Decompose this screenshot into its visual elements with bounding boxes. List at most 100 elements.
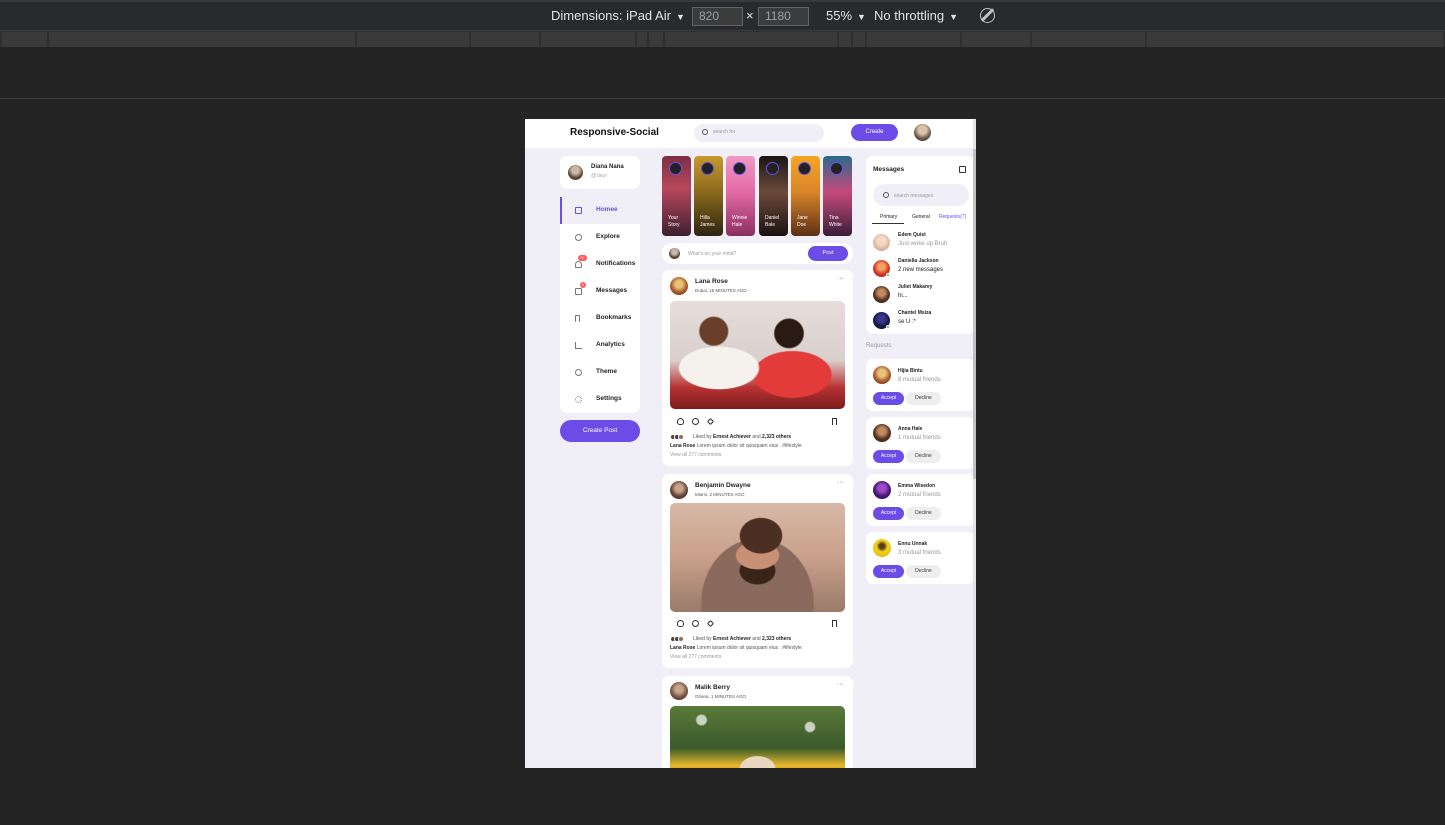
avatar[interactable]: [873, 539, 891, 557]
create-post-button[interactable]: Create Post: [560, 420, 640, 442]
search-input[interactable]: search for: [694, 124, 824, 142]
media-query-segment[interactable]: [649, 32, 663, 47]
decline-button[interactable]: Decline: [906, 565, 941, 578]
media-query-segment[interactable]: [1147, 32, 1443, 47]
mutual-friends: 8 mutual friends: [898, 377, 941, 383]
message-item[interactable]: Juliet Makarey hi...: [873, 283, 971, 305]
feed-card: Lana Rose Dubai, 15 MINUTES AGO ··· Like…: [662, 270, 853, 466]
accept-button[interactable]: Accept: [873, 565, 904, 578]
story-card[interactable]: Your Story: [662, 156, 691, 236]
edit-icon[interactable]: [959, 166, 966, 173]
tab-primary[interactable]: Primary: [871, 214, 905, 224]
sidebar-item-analytics[interactable]: Analytics: [560, 332, 640, 359]
post-author[interactable]: Lana Rose: [695, 278, 728, 285]
message-search-input[interactable]: search messages: [873, 184, 969, 206]
sidebar-item-home[interactable]: Homee: [560, 197, 640, 224]
media-query-segment[interactable]: [471, 32, 539, 47]
request-name[interactable]: Hijia Bintu: [898, 368, 923, 374]
avatar[interactable]: [670, 682, 688, 700]
request-name[interactable]: Anna Hale: [898, 426, 922, 432]
avatar[interactable]: [873, 424, 891, 442]
media-query-segment[interactable]: [853, 32, 865, 47]
sidebar-item-label: Homee: [596, 206, 618, 213]
width-input[interactable]: 820: [692, 7, 743, 26]
sidebar-item-messages[interactable]: 6 Messages: [560, 278, 640, 305]
post-image: [670, 706, 845, 768]
media-query-segment[interactable]: [867, 32, 960, 47]
media-query-segment[interactable]: [49, 32, 355, 47]
height-input[interactable]: 1180: [758, 7, 809, 26]
media-query-segment[interactable]: [962, 32, 1030, 47]
media-query-segment[interactable]: [357, 32, 469, 47]
avatar[interactable]: [670, 277, 688, 295]
zoom-dropdown[interactable]: 55% ▼: [826, 7, 866, 25]
composer-input[interactable]: What's on your mind?: [688, 251, 736, 257]
view-comments-link[interactable]: View all 277 comments: [670, 452, 721, 458]
story-card[interactable]: Jane Doe: [791, 156, 820, 236]
message-item[interactable]: Chantel Msiza se U :*: [873, 309, 971, 331]
tab-requests[interactable]: Requests(7): [939, 214, 966, 220]
avatar: [873, 234, 890, 251]
decline-button[interactable]: Decline: [906, 392, 941, 405]
scrollbar[interactable]: [973, 119, 976, 768]
comment-icon[interactable]: [692, 620, 699, 627]
decline-button[interactable]: Decline: [906, 507, 941, 520]
request-name[interactable]: Emma Wisedon: [898, 483, 935, 489]
devtools-divider: [0, 98, 1445, 99]
media-query-segment[interactable]: [541, 32, 635, 47]
post-composer: What's on your mind? Post: [662, 243, 853, 264]
create-button[interactable]: Create: [851, 124, 898, 141]
sidebar-item-notifications[interactable]: 9+ Notifications: [560, 251, 640, 278]
bookmark-icon[interactable]: [832, 418, 837, 425]
avatar[interactable]: [873, 366, 891, 384]
post-button[interactable]: Post: [808, 246, 848, 261]
message-item[interactable]: Edem Quist Just woke up Bruh: [873, 231, 971, 253]
throttling-dropdown[interactable]: No throttling ▼: [874, 7, 958, 25]
sidebar-item-settings[interactable]: Settings: [560, 386, 640, 413]
post-caption: Lana Rose Lorem ipsum dolor sit quisquam…: [670, 645, 802, 651]
story-card[interactable]: Hilla James: [694, 156, 723, 236]
caret-down-icon: ▼: [675, 12, 685, 22]
story-card[interactable]: Daniel Bale: [759, 156, 788, 236]
comment-icon[interactable]: [692, 418, 699, 425]
rotate-icon[interactable]: [980, 8, 995, 23]
heart-icon[interactable]: [677, 620, 684, 627]
accept-button[interactable]: Accept: [873, 507, 904, 520]
sidebar-item-explore[interactable]: Explore: [560, 224, 640, 251]
avatar[interactable]: [670, 481, 688, 499]
profile-card[interactable]: Diana Nana @dayi: [560, 156, 640, 189]
post-author[interactable]: Benjamin Dwayne: [695, 482, 751, 489]
more-options-icon[interactable]: ···: [837, 681, 844, 688]
request-name[interactable]: Ennu Unnak: [898, 541, 927, 547]
view-comments-link[interactable]: View all 277 comments: [670, 654, 721, 660]
decline-button[interactable]: Decline: [906, 450, 941, 463]
media-query-segment[interactable]: [839, 32, 851, 47]
share-icon[interactable]: [706, 417, 715, 426]
post-meta: Ghana, 1 MINUTES AGO: [695, 694, 747, 699]
scrollbar-thumb[interactable]: [973, 149, 976, 479]
sidebar-item-theme[interactable]: Theme: [560, 359, 640, 386]
media-query-bar[interactable]: [0, 30, 1445, 47]
avatar[interactable]: [914, 124, 931, 141]
accept-button[interactable]: Accept: [873, 392, 904, 405]
more-options-icon[interactable]: ···: [837, 479, 844, 486]
tab-general[interactable]: General: [912, 214, 930, 220]
more-options-icon[interactable]: ···: [837, 275, 844, 282]
heart-icon[interactable]: [677, 418, 684, 425]
accept-button[interactable]: Accept: [873, 450, 904, 463]
dimensions-dropdown[interactable]: Dimensions: iPad Air ▼: [551, 7, 685, 25]
post-meta: Dubai, 15 MINUTES AGO: [695, 288, 747, 293]
share-icon[interactable]: [706, 619, 715, 628]
app-logo[interactable]: Responsive-Social: [570, 127, 659, 138]
story-card[interactable]: Tina White: [823, 156, 852, 236]
message-item[interactable]: Daniella Jackson 2 new messages: [873, 257, 971, 279]
media-query-segment[interactable]: [637, 32, 647, 47]
media-query-segment[interactable]: [2, 32, 47, 47]
sidebar-item-bookmarks[interactable]: Bookmarks: [560, 305, 640, 332]
avatar[interactable]: [873, 481, 891, 499]
post-author[interactable]: Malik Berry: [695, 684, 730, 691]
media-query-segment[interactable]: [1032, 32, 1145, 47]
media-query-segment[interactable]: [665, 32, 837, 47]
bookmark-icon[interactable]: [832, 620, 837, 627]
story-card[interactable]: Winnie Hale: [726, 156, 755, 236]
